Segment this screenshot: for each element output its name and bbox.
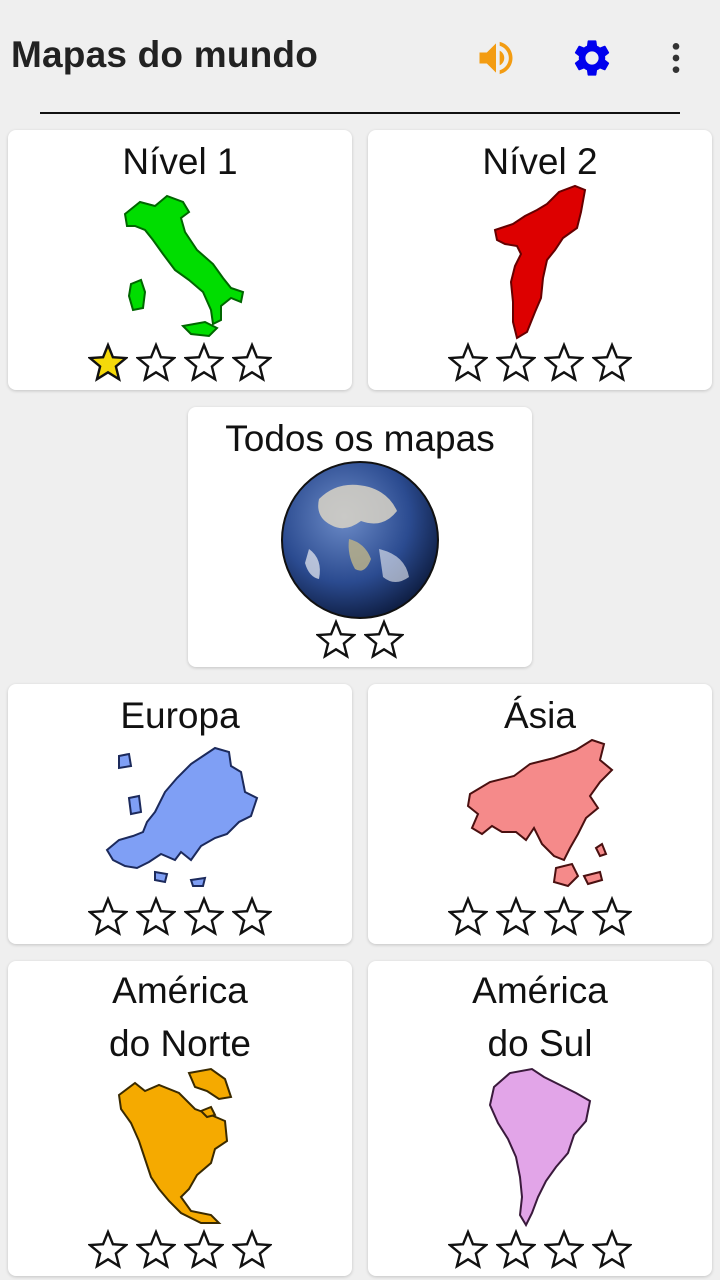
stars-rating [8,896,352,942]
star-empty-icon [544,1229,584,1269]
star-empty-icon [136,342,176,382]
star-empty-icon [88,1229,128,1269]
asia-card[interactable]: Ásia [368,684,712,944]
star-empty-icon [136,1229,176,1269]
card-title: Nível 1 [122,141,238,182]
europe-card[interactable]: Europa [8,684,352,944]
stars-rating [188,619,532,665]
header-divider [40,112,680,114]
south-america-map-icon [488,1067,592,1228]
italy-map-icon [123,194,245,338]
star-empty-icon [592,896,632,936]
north-america-map-icon [117,1067,233,1224]
star-empty-icon [184,896,224,936]
star-empty-icon [544,342,584,382]
card-title-line1: América [112,970,248,1011]
card-title: Ásia [504,695,576,736]
sound-button[interactable] [470,32,522,84]
stars-rating [8,342,352,388]
star-empty-icon [496,896,536,936]
mozambique-map-icon [493,184,587,340]
all-maps-card[interactable]: Todos os mapas [188,407,532,667]
star-empty-icon [592,342,632,382]
volume-icon [479,41,513,75]
star-empty-icon [184,1229,224,1269]
card-title: Todos os mapas [225,418,495,459]
stars-rating [368,342,712,388]
star-empty-icon [88,896,128,936]
star-empty-icon [136,896,176,936]
more-vert-icon [672,43,680,73]
stars-rating [8,1229,352,1275]
asia-map-icon [466,738,614,888]
star-empty-icon [232,342,272,382]
star-empty-icon [592,1229,632,1269]
app-bar: Mapas do mundo [0,0,720,112]
star-empty-icon [232,896,272,936]
level-2-card[interactable]: Nível 2 [368,130,712,390]
app-title: Mapas do mundo [11,34,319,75]
star-empty-icon [496,342,536,382]
star-empty-icon [316,619,356,659]
star-empty-icon [544,896,584,936]
star-empty-icon [448,342,488,382]
stars-rating [368,896,712,942]
card-title-line2: do Sul [487,1023,593,1064]
star-empty-icon [184,342,224,382]
card-title-line1: América [472,970,608,1011]
card-title: Nível 2 [482,141,598,182]
north-america-card[interactable]: América do Norte [8,961,352,1276]
europe-map-icon [105,746,259,887]
overflow-menu-button[interactable] [650,32,702,84]
star-empty-icon [448,896,488,936]
card-title: Europa [120,695,240,736]
star-empty-icon [496,1229,536,1269]
gear-icon [574,40,610,76]
star-empty-icon [364,619,404,659]
card-title-line2: do Norte [109,1023,251,1064]
level-1-card[interactable]: Nível 1 [8,130,352,390]
star-empty-icon [448,1229,488,1269]
star-filled-icon [88,342,128,382]
star-empty-icon [232,1229,272,1269]
settings-button[interactable] [566,32,618,84]
south-america-card[interactable]: América do Sul [368,961,712,1276]
globe-icon [281,461,439,619]
stars-rating [368,1229,712,1275]
